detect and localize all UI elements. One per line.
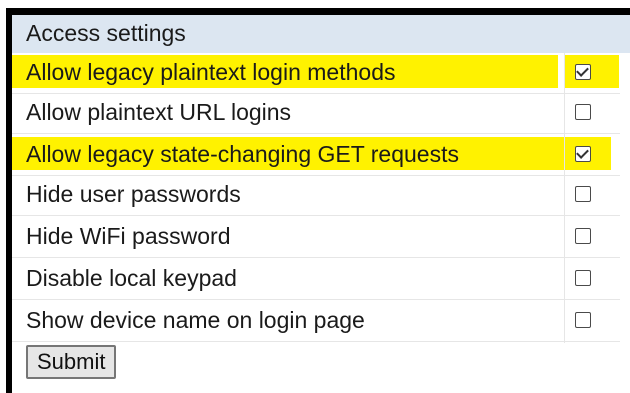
settings-frame: Access settings Allow legacy plaintext l… xyxy=(0,0,630,393)
checkbox-hide-wifi-password[interactable] xyxy=(575,228,591,244)
submit-button[interactable]: Submit xyxy=(26,345,117,379)
top-border xyxy=(6,8,630,15)
highlight-marker xyxy=(565,55,619,88)
setting-label: Hide user passwords xyxy=(26,181,241,207)
panel-header: Access settings xyxy=(12,15,630,53)
checkbox-disable-local-keypad[interactable] xyxy=(575,270,591,286)
setting-label: Hide WiFi password xyxy=(26,223,231,249)
setting-row-disable-local-keypad: Disable local keypad xyxy=(12,261,630,300)
setting-label-cell: Show device name on login page xyxy=(12,303,564,342)
setting-label-cell: Disable local keypad xyxy=(12,261,564,300)
setting-label: Disable local keypad xyxy=(26,265,237,291)
setting-checkbox-cell xyxy=(565,219,620,258)
setting-label: Allow plaintext URL logins xyxy=(26,99,292,125)
setting-label: Allow legacy state-changing GET requests xyxy=(26,141,459,167)
setting-checkbox-cell xyxy=(565,177,620,216)
setting-row-show-device-name: Show device name on login page xyxy=(12,303,630,342)
setting-label-cell: Allow legacy state-changing GET requests xyxy=(12,137,564,176)
panel-title: Access settings xyxy=(26,20,186,46)
setting-row-legacy-plaintext-login: Allow legacy plaintext login methods xyxy=(12,55,630,94)
setting-label-cell: Hide user passwords xyxy=(12,177,564,216)
setting-label-cell: Hide WiFi password xyxy=(12,219,564,258)
setting-label: Show device name on login page xyxy=(26,307,365,333)
setting-row-hide-user-passwords: Hide user passwords xyxy=(12,177,630,216)
setting-row-legacy-get-requests: Allow legacy state-changing GET requests xyxy=(12,137,630,176)
setting-checkbox-cell xyxy=(565,55,620,94)
setting-checkbox-cell xyxy=(565,95,620,134)
setting-row-hide-wifi-password: Hide WiFi password xyxy=(12,219,630,258)
setting-checkbox-cell xyxy=(565,303,620,342)
setting-label-cell: Allow legacy plaintext login methods xyxy=(12,55,564,94)
setting-checkbox-cell xyxy=(565,261,620,300)
setting-label: Allow legacy plaintext login methods xyxy=(26,59,396,85)
checkbox-plaintext-url-logins[interactable] xyxy=(575,104,591,120)
setting-label-cell: Allow plaintext URL logins xyxy=(12,95,564,134)
checkbox-hide-user-passwords[interactable] xyxy=(575,186,591,202)
access-settings-panel: Access settings Allow legacy plaintext l… xyxy=(12,15,630,393)
checkbox-legacy-get-requests[interactable] xyxy=(575,146,591,162)
checkbox-show-device-name[interactable] xyxy=(575,312,591,328)
checkbox-legacy-plaintext-login[interactable] xyxy=(575,64,591,80)
setting-row-plaintext-url-logins: Allow plaintext URL logins xyxy=(12,95,630,134)
setting-checkbox-cell xyxy=(565,137,620,176)
